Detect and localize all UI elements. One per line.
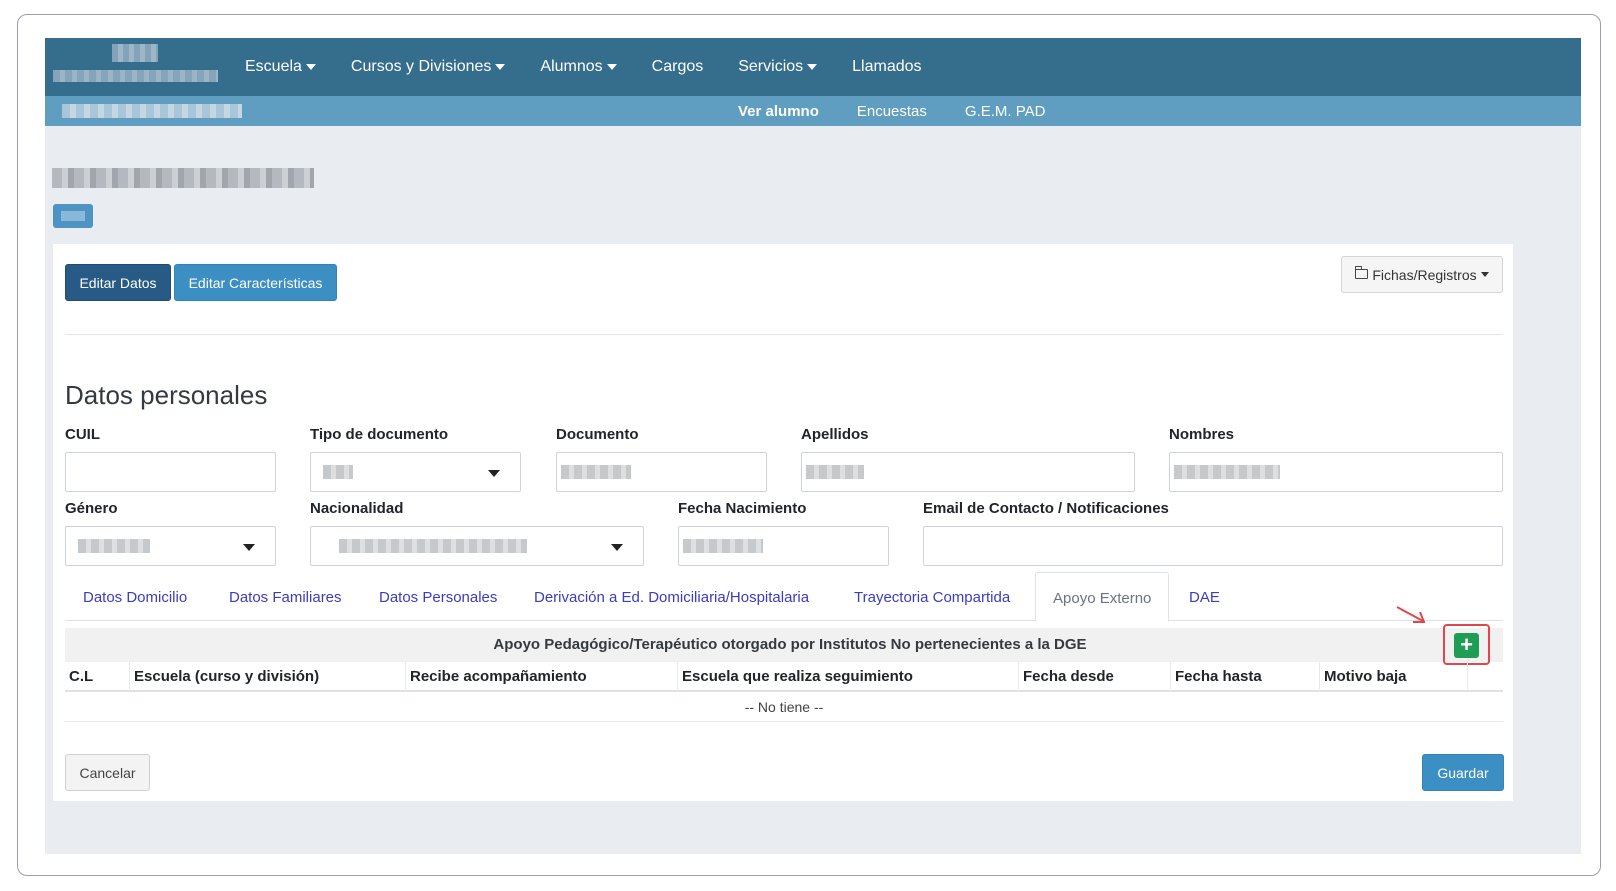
- label-fecha-nacimiento: Fecha Nacimiento: [678, 500, 807, 517]
- tab-derivacion[interactable]: Derivación a Ed. Domiciliaria/Hospitalar…: [534, 572, 809, 621]
- app-container: Escuela Cursos y Divisiones Alumnos Carg…: [45, 38, 1581, 854]
- caret-down-icon: [243, 544, 255, 551]
- col-cl: C.L: [69, 668, 94, 685]
- menu-alumnos-label: Alumnos: [540, 58, 603, 75]
- save-button[interactable]: Guardar: [1422, 754, 1504, 791]
- tab-datos-domicilio[interactable]: Datos Domicilio: [83, 572, 187, 621]
- documento-input[interactable]: [556, 452, 767, 492]
- col-escuela-seguimiento: Escuela que realiza seguimiento: [682, 668, 913, 685]
- caret-down-icon: [1480, 272, 1489, 277]
- add-button-highlight: +: [1443, 624, 1490, 665]
- detail-tabs: Datos Domicilio Datos Familiares Datos P…: [65, 572, 1503, 622]
- label-tipo-documento: Tipo de documento: [310, 426, 449, 443]
- table-header: C.L Escuela (curso y división) Recibe ac…: [65, 662, 1503, 692]
- student-name-redacted: [52, 168, 314, 188]
- tab-datos-familiares[interactable]: Datos Familiares: [229, 572, 342, 621]
- genero-select[interactable]: [65, 526, 276, 566]
- add-apoyo-button[interactable]: +: [1454, 633, 1479, 658]
- submenu-gem-pad[interactable]: G.E.M. PAD: [965, 103, 1046, 120]
- menu-llamados[interactable]: Llamados: [852, 58, 921, 76]
- col-motivo-baja: Motivo baja: [1324, 668, 1407, 685]
- caret-down-icon: [606, 64, 617, 70]
- caret-down-icon: [611, 544, 623, 551]
- col-fecha-hasta: Fecha hasta: [1175, 668, 1262, 685]
- student-status-badge: [53, 204, 93, 228]
- submenu-encuestas[interactable]: Encuestas: [857, 103, 927, 120]
- fecha-nacimiento-input[interactable]: [678, 526, 889, 566]
- student-card: Editar Datos Editar Características Fich…: [53, 244, 1513, 801]
- tipo-documento-select[interactable]: [310, 452, 521, 492]
- annotation-arrow-icon: [1396, 606, 1426, 623]
- tab-datos-personales[interactable]: Datos Personales: [379, 572, 497, 621]
- caret-down-icon: [488, 470, 500, 477]
- caret-down-icon: [305, 64, 316, 70]
- caret-down-icon: [495, 64, 506, 70]
- cancel-button[interactable]: Cancelar: [65, 754, 150, 791]
- table-title-row: Apoyo Pedagógico/Terapéutico otorgado po…: [65, 624, 1503, 665]
- col-recibe-acompanamiento: Recibe acompañamiento: [410, 668, 587, 685]
- label-apellidos: Apellidos: [801, 426, 869, 443]
- school-name-redacted: [62, 104, 242, 118]
- divider: [65, 334, 1503, 335]
- apellidos-input[interactable]: [801, 452, 1135, 492]
- menu-cursos-label: Cursos y Divisiones: [350, 58, 492, 75]
- tab-dae[interactable]: DAE: [1189, 572, 1220, 621]
- main-menu: Escuela Cursos y Divisiones Alumnos Carg…: [245, 38, 957, 96]
- brand-subtitle: [53, 70, 218, 82]
- table-title: Apoyo Pedagógico/Terapéutico otorgado po…: [493, 636, 1087, 653]
- sub-menu: Ver alumno Encuestas G.E.M. PAD: [738, 96, 1083, 126]
- nombres-input[interactable]: [1169, 452, 1503, 492]
- label-documento: Documento: [556, 426, 639, 443]
- label-genero: Género: [65, 500, 118, 517]
- menu-escuela-label: Escuela: [245, 58, 302, 75]
- menu-cursos-divisiones[interactable]: Cursos y Divisiones: [350, 58, 506, 76]
- tab-trayectoria-compartida[interactable]: Trayectoria Compartida: [854, 572, 1010, 621]
- nacionalidad-select[interactable]: [310, 526, 644, 566]
- label-email: Email de Contacto / Notificaciones: [923, 500, 1169, 517]
- menu-cargos-label: Cargos: [651, 58, 704, 75]
- folder-icon: [1355, 265, 1369, 279]
- table-empty-row: -- No tiene --: [65, 692, 1503, 722]
- label-cuil: CUIL: [65, 426, 100, 443]
- label-nombres: Nombres: [1169, 426, 1235, 443]
- menu-servicios[interactable]: Servicios: [738, 58, 818, 76]
- menu-escuela[interactable]: Escuela: [245, 58, 316, 76]
- sub-navbar: Ver alumno Encuestas G.E.M. PAD: [45, 96, 1581, 126]
- menu-cargos[interactable]: Cargos: [652, 58, 704, 76]
- menu-servicios-label: Servicios: [738, 58, 804, 75]
- fichas-label: Fichas/Registros: [1372, 266, 1477, 283]
- col-escuela: Escuela (curso y división): [134, 668, 320, 685]
- fichas-registros-dropdown[interactable]: Fichas/Registros: [1341, 256, 1503, 293]
- tab-apoyo-externo[interactable]: Apoyo Externo: [1035, 572, 1170, 622]
- brand-logo[interactable]: [112, 44, 158, 62]
- submenu-ver-alumno[interactable]: Ver alumno: [738, 103, 819, 120]
- menu-llamados-label: Llamados: [852, 58, 922, 75]
- cuil-input[interactable]: [65, 452, 276, 492]
- editar-datos-button[interactable]: Editar Datos: [65, 264, 171, 301]
- email-input[interactable]: [923, 526, 1503, 566]
- top-navbar: Escuela Cursos y Divisiones Alumnos Carg…: [45, 38, 1581, 96]
- caret-down-icon: [807, 64, 818, 70]
- label-nacionalidad: Nacionalidad: [310, 500, 404, 517]
- col-fecha-desde: Fecha desde: [1023, 668, 1114, 685]
- section-title: Datos personales: [65, 380, 268, 410]
- editar-caracteristicas-button[interactable]: Editar Características: [174, 264, 337, 301]
- menu-alumnos[interactable]: Alumnos: [540, 58, 617, 76]
